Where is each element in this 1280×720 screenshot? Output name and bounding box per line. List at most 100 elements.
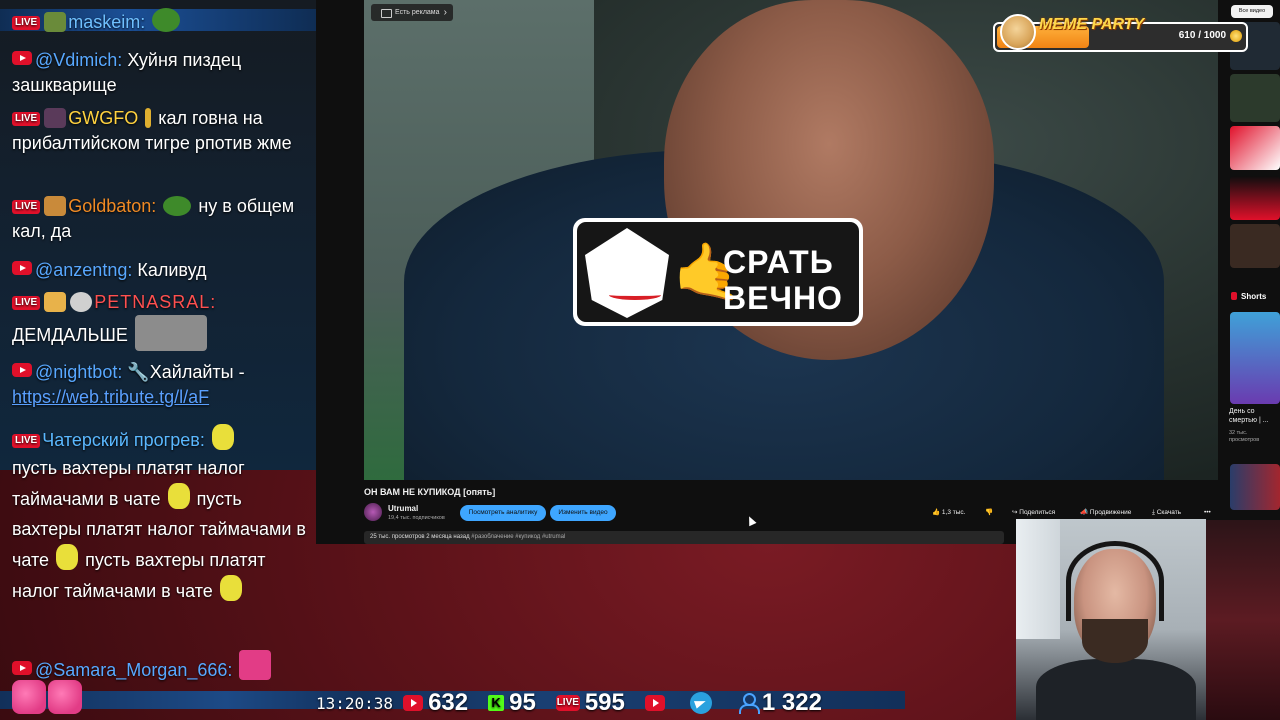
dislike-button[interactable]: 👎 <box>985 506 993 520</box>
live-count: 595 <box>584 689 625 716</box>
channel-name[interactable]: Utrumal <box>388 504 418 513</box>
megaphone-icon: 📣 <box>1080 509 1089 516</box>
promote-button[interactable]: 📣 Продвижение <box>1080 506 1131 520</box>
chat-nick: PETNASRAL: <box>94 292 217 312</box>
youtube-count: 632 <box>428 689 469 716</box>
short-thumbnail[interactable] <box>1230 312 1280 404</box>
pepe-emote-icon <box>44 12 67 32</box>
emote-image-icon <box>134 315 207 351</box>
coin-emote-icon <box>219 575 242 601</box>
badge-icon <box>145 108 152 128</box>
video-meta[interactable]: 25 тыс. просмотров 2 месяца назад #разоб… <box>364 531 1004 544</box>
chat-nick: @anzentng: <box>35 260 133 280</box>
rec-thumbnail[interactable] <box>1230 224 1280 268</box>
ad-chip[interactable]: Есть реклама <box>371 4 453 21</box>
edit-video-button[interactable]: Изменить видео <box>550 505 616 521</box>
coin-emote-icon <box>211 424 234 450</box>
streamer-webcam <box>1016 519 1206 720</box>
chat-message: LIVE Чатерский прогрев: пусть вахтеры пла… <box>12 424 312 606</box>
chat-nick: Чатерский прогрев: <box>42 430 205 450</box>
youtube-icon <box>12 51 32 65</box>
chat-nick: @Samara_Morgan_666: <box>35 660 233 680</box>
bottom-emotes <box>12 680 84 716</box>
short-title[interactable]: День со смертью | ... <box>1229 407 1277 425</box>
youtube-icon <box>12 661 32 675</box>
live-badge: LIVE <box>12 296 41 310</box>
share-icon: ↪ <box>1012 509 1018 516</box>
live-badge: LIVE <box>12 112 41 126</box>
shorts-heading: Shorts <box>1231 292 1266 301</box>
chat-text: Хайлайты - <box>149 362 245 382</box>
chat-message: @Samara_Morgan_666: <box>12 650 312 683</box>
kick-viewers: K 95 <box>488 689 536 717</box>
rec-thumbnail[interactable] <box>1230 74 1280 122</box>
doge-icon <box>1000 14 1036 50</box>
chat-nick: @Vdimich: <box>35 50 123 70</box>
joker-mouth <box>609 290 661 300</box>
chat-nick: Goldbaton: <box>68 196 157 216</box>
monster-emote-icon <box>48 680 82 714</box>
thumbs-down-icon: 👎 <box>985 509 994 516</box>
kick-count: 95 <box>509 689 536 716</box>
chat-text: ДЕМДАЛЬШЕ <box>12 325 128 345</box>
analytics-button[interactable]: Посмотреть аналитику <box>460 505 546 521</box>
short-thumbnail[interactable] <box>1230 464 1280 510</box>
video-title: ОН ВАМ НЕ КУПИКОД [опять] <box>364 487 496 497</box>
rec-thumbnail[interactable] <box>1230 176 1280 220</box>
hashtags[interactable]: #разоблачение #купикод #utrumal <box>471 534 565 540</box>
chat-nick: maskeim: <box>68 12 146 32</box>
meme-party-title: MEME PARTY <box>1039 16 1145 33</box>
thumbs-up-icon: 👍 <box>932 509 941 516</box>
like-button[interactable]: 👍 1,3 тыс. <box>932 506 965 520</box>
burger-emote-icon <box>44 196 67 216</box>
channel-subscribers: 19,4 тыс. подписчиков <box>388 515 445 521</box>
download-button[interactable]: ⤓ Скачать <box>1152 506 1181 520</box>
sticker-text-line: СРАТЬ <box>723 244 834 280</box>
short-views: 32 тыс. просмотров <box>1229 430 1260 443</box>
rec-thumbnail[interactable] <box>1230 126 1280 170</box>
monster-emote-icon <box>12 680 46 714</box>
clock: 13:20:38 <box>316 693 394 713</box>
coin-emote-icon <box>167 483 190 509</box>
chat-message: @Vdimich: Хуйня пиздец зашкварище <box>12 48 312 98</box>
user-icon <box>737 693 760 714</box>
like-count: 1,3 тыс. <box>941 509 966 516</box>
pepe-emote-icon <box>163 196 192 216</box>
download-icon: ⤓ <box>1152 509 1155 516</box>
more-actions-button[interactable]: ••• <box>1204 506 1211 520</box>
wrench-icon: 🔧 <box>127 362 150 382</box>
flag-decor <box>1206 520 1280 720</box>
share-label: Поделиться <box>1019 509 1056 516</box>
share-button[interactable]: ↪ Поделиться <box>1012 506 1055 520</box>
joker-mask-icon <box>585 228 669 318</box>
chat-link[interactable]: https://web.tribute.tg/l/aF <box>12 387 209 407</box>
live-badge: LIVE <box>12 16 41 30</box>
beer-emote-icon <box>44 292 67 312</box>
youtube-icon <box>644 695 665 711</box>
chat-text: Каливуд <box>137 260 207 280</box>
view-count: 25 тыс. просмотров <box>370 534 425 540</box>
telegram-icon <box>689 692 712 714</box>
stream-stats: 13:20:38 632 K 95 LIVE 595 1 322 <box>316 688 842 718</box>
avatar-emote-icon <box>44 108 67 128</box>
sticker-body: 🤙 СРАТЬ ВЕЧНО <box>577 222 859 322</box>
pepe-emote-icon <box>152 8 181 32</box>
download-label: Скачать <box>1156 509 1182 516</box>
chat-message: LIVE PETNASRAL: ДЕМДАЛЬШЕ <box>12 290 312 351</box>
sticker-text: СРАТЬ ВЕЧНО <box>723 244 863 316</box>
all-videos-chip[interactable]: Все видео <box>1231 5 1273 18</box>
chat-message: @anzentng: Каливуд <box>12 258 312 283</box>
chat-nick: GWGFO <box>68 108 139 128</box>
webcam-beard <box>1082 619 1148 663</box>
coin-emote-icon <box>56 544 79 570</box>
skull-emote-icon <box>70 292 93 312</box>
promote-label: Продвижение <box>1089 509 1132 516</box>
channel-avatar[interactable] <box>364 503 382 521</box>
chat-message: @nightbot: 🔧Хайлайты - https://web.tribu… <box>12 360 312 410</box>
youtube-icon <box>12 261 32 275</box>
monster-emote-icon <box>239 650 272 680</box>
live-viewers: LIVE 595 <box>555 689 625 717</box>
youtube-link <box>644 695 670 711</box>
joker-sticker: 🤙 СРАТЬ ВЕЧНО <box>573 218 863 326</box>
total-viewer-count: 1 322 <box>761 689 822 716</box>
